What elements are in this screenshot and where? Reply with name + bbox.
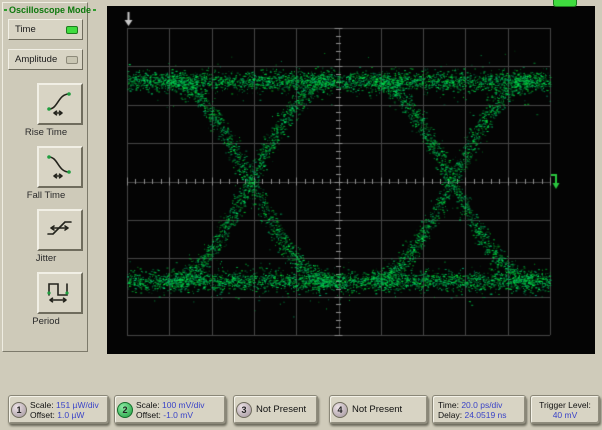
ch1-scale-label: Scale: (30, 400, 54, 410)
fall-time-icon (45, 151, 75, 184)
scope-canvas (107, 6, 595, 354)
decorative-line (4, 9, 7, 11)
channel-1-button[interactable]: 1 Scale: 151 µW/div Offset: 1.0 µW (8, 395, 109, 424)
rise-time-label: Rise Time (3, 127, 89, 138)
fall-time-button[interactable] (37, 146, 83, 188)
time-value: 20.0 ps/div (461, 400, 502, 410)
ch2-scale-label: Scale: (136, 400, 160, 410)
fall-time-label: Fall Time (3, 190, 89, 201)
channel-4-status: Not Present (352, 404, 402, 415)
channel-4-number-icon: 4 (332, 402, 348, 418)
scope-display (107, 6, 595, 354)
channel-3-number-icon: 3 (236, 402, 252, 418)
oscilloscope-mode-panel: Oscilloscope Mode Time Amplitude Rise Ti… (2, 2, 88, 352)
decorative-line (93, 9, 96, 11)
channel-3-button[interactable]: 3 Not Present (233, 395, 318, 424)
channel-2-readout: Scale: 100 mV/div Offset: -1.0 mV (136, 400, 205, 420)
delay-label: Delay: (438, 410, 462, 420)
jitter-icon (45, 214, 75, 247)
channel-2-number-icon: 2 (117, 402, 133, 418)
delay-value: 24.0519 ns (464, 410, 506, 420)
measurement-tools: Rise Time Fall Time Jitter (3, 75, 89, 327)
status-bar: 1 Scale: 151 µW/div Offset: 1.0 µW 2 Sca… (0, 395, 602, 425)
time-active-led (66, 26, 78, 34)
channel-1-number-icon: 1 (11, 402, 27, 418)
panel-title-label: Oscilloscope Mode (9, 5, 91, 15)
mode-dropdown-time-label: Time (15, 24, 36, 35)
ch1-offset-label: Offset: (30, 410, 55, 420)
jitter-label: Jitter (3, 253, 89, 264)
jitter-button[interactable] (37, 209, 83, 251)
period-label: Period (3, 316, 89, 327)
timebase-button[interactable]: Time: 20.0 ps/div Delay: 24.0519 ns (432, 395, 526, 424)
timebase-readout: Time: 20.0 ps/div Delay: 24.0519 ns (438, 400, 507, 420)
panel-title: Oscilloscope Mode (4, 5, 86, 15)
mode-dropdown-amplitude-label: Amplitude (15, 54, 57, 65)
period-button[interactable] (37, 272, 83, 314)
ch1-scale-value: 151 µW/div (56, 400, 99, 410)
channel-3-status: Not Present (256, 404, 306, 415)
mode-dropdown-amplitude[interactable]: Amplitude (8, 49, 83, 70)
period-icon (45, 277, 75, 310)
channel-1-readout: Scale: 151 µW/div Offset: 1.0 µW (30, 400, 99, 420)
rise-time-button[interactable] (37, 83, 83, 125)
ch2-scale-value: 100 mV/div (162, 400, 205, 410)
ch2-offset-value: -1.0 mV (163, 410, 193, 420)
amplitude-active-led (66, 56, 78, 64)
ch2-offset-label: Offset: (136, 410, 161, 420)
rise-time-icon (45, 88, 75, 121)
channel-2-button[interactable]: 2 Scale: 100 mV/div Offset: -1.0 mV (114, 395, 226, 424)
trigger-level-label: Trigger Level: (539, 400, 591, 410)
top-right-button-fragment[interactable] (553, 0, 577, 7)
trigger-level-button[interactable]: Trigger Level: 40 mV (530, 395, 600, 424)
channel-4-button[interactable]: 4 Not Present (329, 395, 428, 424)
mode-dropdown-time[interactable]: Time (8, 19, 83, 40)
trigger-level-value: 40 mV (553, 410, 578, 420)
ch1-offset-value: 1.0 µW (57, 410, 84, 420)
time-label: Time: (438, 400, 459, 410)
